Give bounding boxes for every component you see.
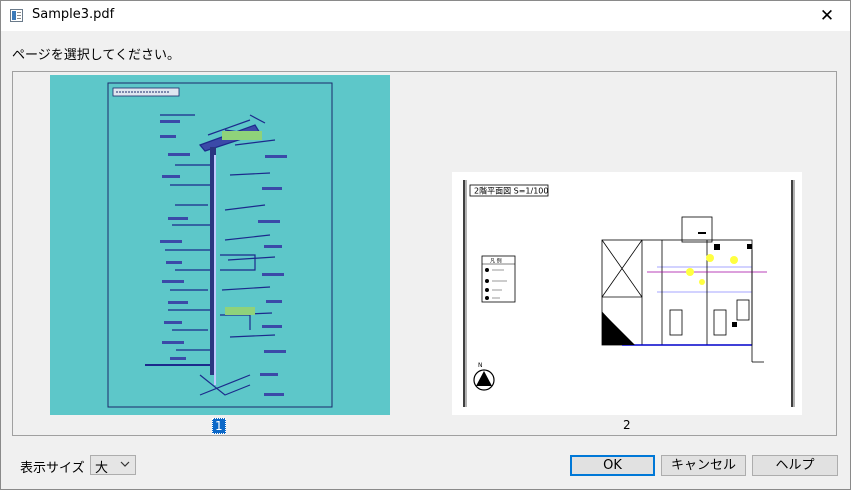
north-arrow-icon <box>473 369 495 391</box>
page-1-preview <box>107 82 333 408</box>
chevron-down-icon <box>120 461 130 467</box>
page-label-2[interactable]: 2 <box>621 418 633 432</box>
drawing-title: 2階平面図 S=1/100 <box>474 186 548 196</box>
page-label-1[interactable]: 1 <box>212 418 226 434</box>
legend-title: 凡 例 <box>490 258 502 265</box>
page-2-preview: 2階平面図 S=1/100 凡 例 N <box>463 180 795 407</box>
dialog-window: Sample3.pdf ✕ ページを選択してください。 2階平面図 S=1/10… <box>0 0 851 490</box>
help-button[interactable]: ヘルプ <box>752 455 838 476</box>
close-icon[interactable]: ✕ <box>804 1 850 31</box>
display-size-select[interactable]: 大 <box>90 455 136 476</box>
cancel-button[interactable]: キャンセル <box>661 455 746 476</box>
app-icon <box>10 9 23 22</box>
display-size-value: 大 <box>95 461 109 476</box>
window-title: Sample3.pdf <box>32 7 115 22</box>
display-size-label: 表示サイズ <box>20 461 85 476</box>
north-label: N <box>478 362 483 369</box>
page-thumbnail-1[interactable] <box>50 75 390 415</box>
page-list: 2階平面図 S=1/100 凡 例 N 1 2 <box>12 71 837 436</box>
page-thumbnail-2[interactable]: 2階平面図 S=1/100 凡 例 N <box>452 172 802 415</box>
title-bar: Sample3.pdf ✕ <box>1 1 850 31</box>
instruction-text: ページを選択してください。 <box>12 48 180 63</box>
ok-button[interactable]: OK <box>570 455 655 476</box>
